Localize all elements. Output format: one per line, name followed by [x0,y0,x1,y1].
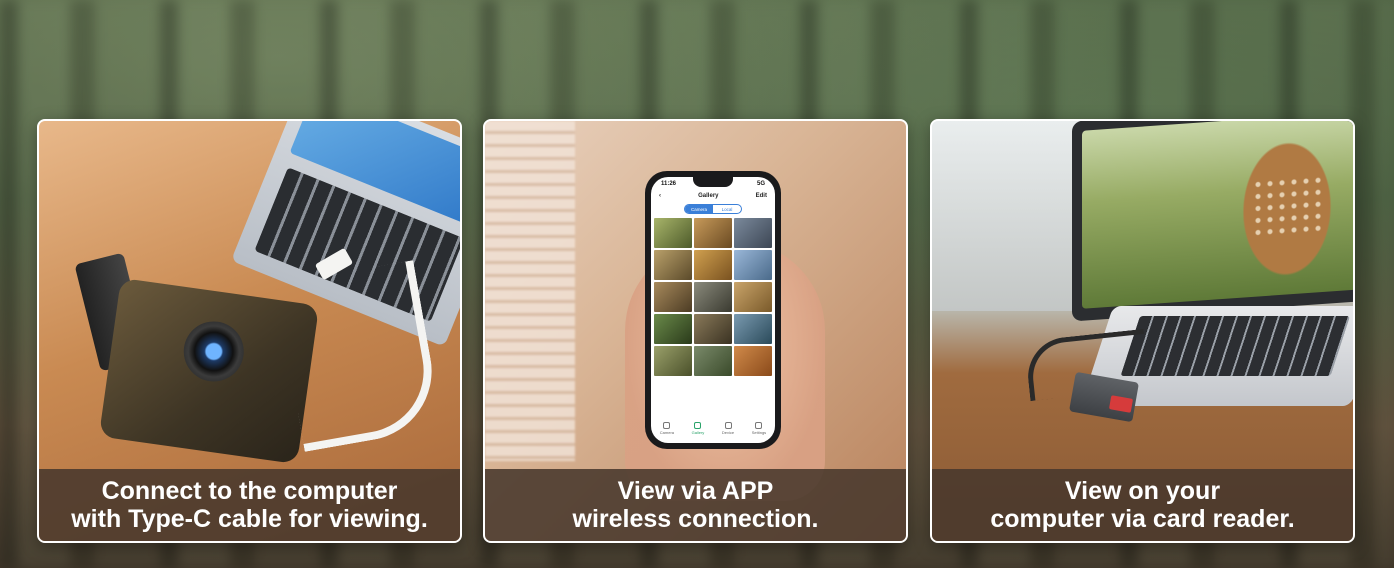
card-card-reader: View on your computer via card reader. [930,119,1355,543]
tab-settings[interactable]: Settings [752,422,766,435]
segment-camera[interactable]: Camera [685,205,713,213]
photo-thumbnail[interactable] [734,218,772,248]
app-header: ‹ Gallery Edit [651,191,775,201]
photo-thumbnail[interactable] [654,346,692,376]
app-title: Gallery [698,193,719,199]
photo-grid [651,218,775,376]
gear-icon [755,422,763,429]
card-app-wireless: 11:26 5G ‹ Gallery Edit Camera Local Cam… [483,119,908,543]
tab-device[interactable]: Device [722,422,734,435]
caption-line-2: with Type-C cable for viewing. [71,505,428,533]
phone-notch [693,177,733,187]
card-caption: View via APP wireless connection. [485,469,906,541]
caption-line-1: View on your [1064,477,1221,505]
tab-gallery[interactable]: Gallery [692,422,704,435]
app-tab-bar: Camera Gallery Device Settings [651,422,775,435]
usb-cable [275,260,443,452]
photo-thumbnail[interactable] [694,282,732,312]
card-caption: Connect to the computer with Type-C cabl… [39,469,460,541]
laptop-screen [1082,121,1353,309]
laptop-image [1072,121,1353,322]
gallery-icon [694,422,702,429]
photo-thumbnail[interactable] [654,314,692,344]
window-background [932,121,1082,311]
photo-thumbnail[interactable] [694,314,732,344]
camera-lens-icon [179,317,248,386]
photo-thumbnail[interactable] [654,282,692,312]
photo-thumbnail[interactable] [694,218,732,248]
gallery-segment-control: Camera Local [684,204,742,214]
device-icon [724,422,732,429]
card-type-c-connection: Connect to the computer with Type-C cabl… [37,119,462,543]
segment-local[interactable]: Local [713,205,741,213]
card-caption: View on your computer via card reader. [932,469,1353,541]
caption-line-1: Connect to the computer [101,477,398,505]
smartphone: 11:26 5G ‹ Gallery Edit Camera Local Cam… [645,171,781,449]
status-signal: 5G [756,181,765,187]
photo-thumbnail[interactable] [694,346,732,376]
laptop-keyboard [1120,316,1350,376]
edit-button[interactable]: Edit [756,193,767,199]
caption-line-1: View via APP [617,477,774,505]
caption-line-2: wireless connection. [572,505,819,533]
window-blinds [485,121,575,461]
photo-thumbnail[interactable] [734,250,772,280]
photo-thumbnail[interactable] [694,250,732,280]
photo-thumbnail[interactable] [734,314,772,344]
photo-thumbnail[interactable] [734,346,772,376]
photo-thumbnail[interactable] [734,282,772,312]
photo-thumbnail[interactable] [654,218,692,248]
status-time: 11:26 [661,181,677,187]
deer-spots [1252,174,1322,239]
photo-thumbnail[interactable] [654,250,692,280]
back-chevron-icon[interactable]: ‹ [659,193,661,199]
caption-line-2: computer via card reader. [990,505,1295,533]
camera-icon [663,422,671,429]
tab-camera[interactable]: Camera [660,422,674,435]
phone-screen: 11:26 5G ‹ Gallery Edit Camera Local Cam… [651,177,775,443]
